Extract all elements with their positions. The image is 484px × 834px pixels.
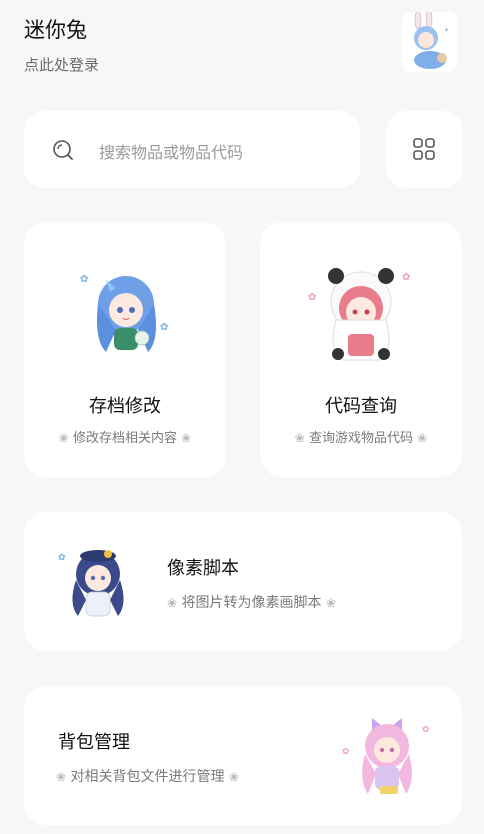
search-input[interactable]: 搜索物品或物品代码 [99, 139, 243, 163]
pixel-script-desc: ❀ 将图片转为像素画脚本 ❀ [167, 592, 336, 612]
svg-text:✿: ✿ [80, 274, 88, 285]
backpack-desc-text: 对相关背包文件进行管理 [70, 769, 225, 785]
flower-icon: ❀ [228, 770, 240, 784]
flower-icon: ❀ [181, 431, 192, 445]
svg-text:✿: ✿ [160, 322, 168, 333]
avatar[interactable]: ✦ [402, 12, 458, 72]
flower-icon: ❀ [167, 596, 178, 610]
pixel-script-title: 像素脚本 [167, 558, 239, 579]
pixel-script-desc-text: 将图片转为像素画脚本 [181, 595, 322, 611]
flower-icon: ❀ [325, 596, 337, 610]
code-query-desc: ❀ 查询游戏物品代码 ❀ [260, 427, 462, 446]
code-query-card[interactable]: ✿ ✿ 代码查询 ❀ 查询游戏物品代码 ❀ [260, 222, 462, 477]
backpack-title: 背包管理 [58, 732, 130, 753]
blue-hair-character-illustration: ✿ ✿ [76, 260, 176, 360]
category-grid-button[interactable] [386, 111, 463, 188]
flower-icon: ❀ [417, 431, 428, 445]
svg-text:✿: ✿ [422, 725, 430, 735]
search-bar[interactable]: 搜索物品或物品代码 [24, 111, 360, 188]
flower-icon: ❀ [56, 770, 67, 784]
code-query-title: 代码查询 [325, 396, 397, 417]
navy-hair-character-illustration: ✿ [56, 544, 140, 620]
code-query-desc-text: 查询游戏物品代码 [308, 431, 413, 446]
save-edit-desc: ❀ 修改存档相关内容 ❀ [24, 427, 226, 446]
svg-text:✿: ✿ [402, 272, 410, 283]
login-link[interactable]: 点此处登录 [24, 54, 99, 75]
search-icon [52, 139, 74, 161]
panda-hood-character-illustration: ✿ ✿ [306, 260, 416, 370]
backpack-desc: ❀ 对相关背包文件进行管理 ❀ [56, 766, 239, 786]
flower-icon: ❀ [294, 431, 305, 445]
pixel-script-card[interactable]: ✿ 像素脚本 ❀ 将图片转为像素画脚本 ❀ [24, 512, 462, 651]
svg-text:✿: ✿ [308, 292, 316, 303]
pink-hair-character-illustration: ✿ ✿ [342, 714, 432, 798]
svg-text:✿: ✿ [58, 553, 66, 563]
app-title: 迷你兔 [24, 18, 87, 42]
save-edit-desc-text: 修改存档相关内容 [72, 431, 177, 446]
svg-text:✦: ✦ [444, 27, 449, 34]
backpack-card[interactable]: 背包管理 ❀ 对相关背包文件进行管理 ❀ ✿ ✿ [24, 686, 462, 825]
grid-icon [413, 138, 435, 160]
save-edit-card[interactable]: ✿ ✿ 存档修改 ❀ 修改存档相关内容 ❀ [24, 222, 226, 477]
flower-icon: ❀ [58, 431, 69, 445]
svg-text:✿: ✿ [342, 747, 350, 757]
save-edit-title: 存档修改 [89, 396, 161, 417]
